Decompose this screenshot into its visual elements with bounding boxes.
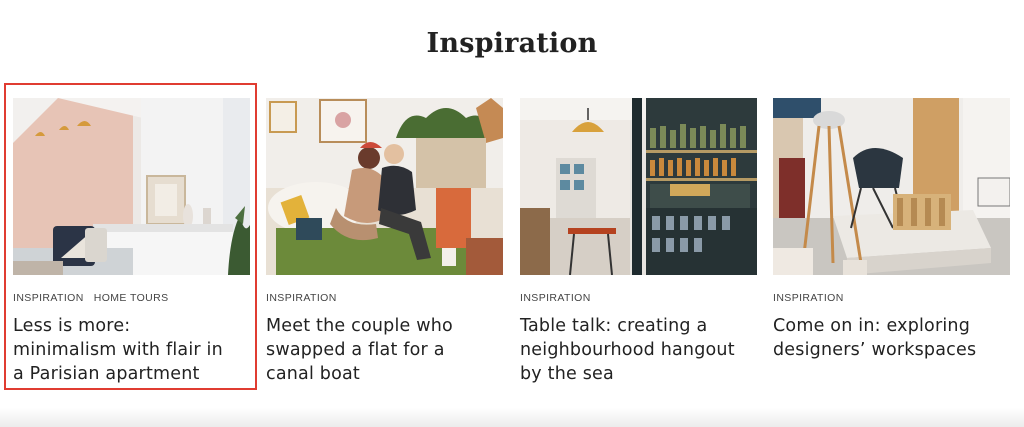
tag-home-tours[interactable]: HOME TOURS bbox=[94, 292, 169, 304]
title-line: Table talk: creating a bbox=[520, 316, 708, 336]
section-divider bbox=[0, 408, 1024, 427]
title-line: Less is more: bbox=[13, 316, 131, 336]
title-line: by the sea bbox=[520, 364, 614, 384]
article-image-3[interactable] bbox=[520, 98, 757, 275]
article-tags-1: INSPIRATION HOME TOURS bbox=[13, 292, 250, 304]
title-line: Meet the couple who bbox=[266, 316, 453, 336]
title-line: Come on in: exploring bbox=[773, 316, 971, 336]
title-line: minimalism with flair in bbox=[13, 340, 223, 360]
title-line: neighbourhood hangout bbox=[520, 340, 735, 360]
title-line: canal boat bbox=[266, 364, 360, 384]
article-image-2[interactable] bbox=[266, 98, 503, 275]
title-line: a Parisian apartment bbox=[13, 364, 200, 384]
article-title-3[interactable]: Table talk: creating a neighbourhood han… bbox=[520, 314, 757, 386]
title-line: swapped a flat for a bbox=[266, 340, 445, 360]
article-title-2[interactable]: Meet the couple who swapped a flat for a… bbox=[266, 314, 503, 386]
tag-inspiration[interactable]: INSPIRATION bbox=[13, 292, 84, 304]
article-title-1[interactable]: Less is more: minimalism with flair in a… bbox=[13, 314, 250, 386]
article-tags-2: INSPIRATION bbox=[266, 292, 503, 304]
article-tags-3: INSPIRATION bbox=[520, 292, 757, 304]
article-tags-4: INSPIRATION bbox=[773, 292, 1010, 304]
article-card-1[interactable]: INSPIRATION HOME TOURS Less is more: mini… bbox=[13, 98, 250, 386]
section-title: Inspiration bbox=[426, 28, 598, 59]
title-line: designers’ workspaces bbox=[773, 340, 977, 360]
tag-inspiration[interactable]: INSPIRATION bbox=[773, 292, 844, 304]
article-card-2[interactable]: INSPIRATION Meet the couple who swapped … bbox=[266, 98, 503, 386]
article-card-4[interactable]: INSPIRATION Come on in: exploring design… bbox=[773, 98, 1010, 362]
article-title-4[interactable]: Come on in: exploring designers’ workspa… bbox=[773, 314, 1010, 362]
article-image-1[interactable] bbox=[13, 98, 250, 275]
article-card-3[interactable]: INSPIRATION Table talk: creating a neigh… bbox=[520, 98, 757, 386]
article-image-4[interactable] bbox=[773, 98, 1010, 275]
tag-inspiration[interactable]: INSPIRATION bbox=[520, 292, 591, 304]
tag-inspiration[interactable]: INSPIRATION bbox=[266, 292, 337, 304]
